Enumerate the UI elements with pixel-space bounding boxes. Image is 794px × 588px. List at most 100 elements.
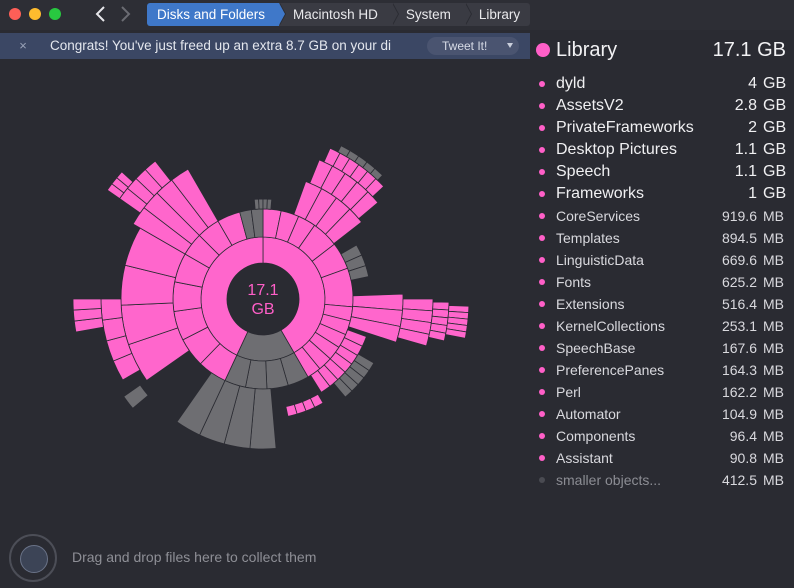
item-color-dot <box>539 169 545 175</box>
list-item[interactable]: PreferencePanes 164.3 MB <box>530 359 794 381</box>
list-item[interactable]: Perl 162.2 MB <box>530 381 794 403</box>
breadcrumb-item-macintosh-hd[interactable]: Macintosh HD <box>279 3 399 26</box>
item-color-dot <box>539 323 545 329</box>
collector-drop-icon[interactable] <box>9 534 57 582</box>
list-item[interactable]: Extensions 516.4 MB <box>530 293 794 315</box>
list-item[interactable]: smaller objects... 412.5 MB <box>530 469 794 491</box>
item-size-value: 104.9 <box>721 406 757 422</box>
item-name: SpeechBase <box>556 340 636 356</box>
item-color-dot <box>539 455 545 461</box>
item-size-unit: GB <box>763 185 787 202</box>
item-size-unit: MB <box>763 274 784 290</box>
item-name: Perl <box>556 384 581 400</box>
list-item[interactable]: Fonts 625.2 MB <box>530 271 794 293</box>
minimize-window-button[interactable] <box>29 8 41 20</box>
item-size-value: 162.2 <box>721 384 757 400</box>
item-name: PrivateFrameworks <box>556 119 694 136</box>
list-item[interactable]: Desktop Pictures 1.1 GB <box>530 139 794 161</box>
breadcrumb-label: Macintosh HD <box>293 7 378 22</box>
item-color-dot <box>539 213 545 219</box>
item-size-unit: MB <box>763 428 784 444</box>
item-name: Fonts <box>556 274 592 290</box>
breadcrumb-label: Disks and Folders <box>157 7 266 22</box>
sunburst-chart[interactable]: 17.1 GB <box>0 59 530 529</box>
item-size-unit: MB <box>763 472 784 488</box>
item-name: Components <box>556 428 636 444</box>
item-size-value: 164.3 <box>721 362 757 378</box>
list-item[interactable]: AssetsV2 2.8 GB <box>530 95 794 117</box>
zoom-window-button[interactable] <box>49 8 61 20</box>
list-item[interactable]: Speech 1.1 GB <box>530 161 794 183</box>
item-name: Assistant <box>556 450 613 466</box>
item-size-value: 2.8 <box>734 97 757 114</box>
item-color-dot <box>539 345 545 351</box>
sunburst-segment[interactable] <box>266 198 273 210</box>
drop-zone-hint: Drag and drop files here to collect them <box>72 549 317 565</box>
item-name: LinguisticData <box>556 252 644 268</box>
center-size-unit: GB <box>251 301 274 318</box>
list-item[interactable]: Templates 894.5 MB <box>530 227 794 249</box>
item-color-dot <box>539 279 545 285</box>
item-color-dot <box>539 367 545 373</box>
list-item[interactable]: KernelCollections 253.1 MB <box>530 315 794 337</box>
item-size-value: 669.6 <box>721 252 757 268</box>
item-size-unit: MB <box>763 340 784 356</box>
item-size-value: 516.4 <box>721 296 757 312</box>
list-item[interactable]: PrivateFrameworks 2 GB <box>530 117 794 139</box>
item-size-value: 1 <box>748 185 757 202</box>
close-banner-icon[interactable]: × <box>16 37 30 55</box>
item-size-value: 90.8 <box>729 450 757 466</box>
item-size-value: 2 <box>748 119 757 136</box>
current-folder-name: Library <box>556 39 618 61</box>
breadcrumb-item-library[interactable]: Library <box>464 3 531 26</box>
sunburst-segment[interactable] <box>123 384 149 409</box>
list-item[interactable]: Components 96.4 MB <box>530 425 794 447</box>
chevron-down-icon <box>507 43 513 48</box>
center-hole[interactable] <box>227 263 299 335</box>
center-size-value: 17.1 <box>247 282 278 299</box>
item-size-value: 253.1 <box>721 318 757 334</box>
folder-list-panel: Library 17.1 GB dyld 4 GB AssetsV2 2.8 GB Priv… <box>530 30 794 500</box>
item-size-unit: MB <box>763 252 784 268</box>
item-name: Automator <box>556 406 621 422</box>
congrats-banner: × Congrats! You've just freed up an extr… <box>0 33 530 59</box>
item-size-value: 625.2 <box>721 274 757 290</box>
item-color-dot <box>539 235 545 241</box>
item-name: AssetsV2 <box>556 97 624 114</box>
list-item[interactable]: Frameworks 1 GB <box>530 183 794 205</box>
sunburst-segment[interactable] <box>100 298 123 321</box>
list-item[interactable]: Automator 104.9 MB <box>530 403 794 425</box>
item-color-dot <box>539 477 545 483</box>
tweet-it-label: Tweet It! <box>442 39 488 53</box>
item-size-value: 412.5 <box>721 472 757 488</box>
sunburst-segment[interactable] <box>258 198 264 210</box>
sunburst-segment[interactable] <box>432 301 450 311</box>
list-item[interactable]: dyld 4 GB <box>530 73 794 95</box>
item-size-unit: GB <box>763 163 787 180</box>
item-color-dot <box>539 191 545 197</box>
item-name: CoreServices <box>556 208 641 224</box>
item-color-dot <box>539 125 545 131</box>
list-item[interactable]: SpeechBase 167.6 MB <box>530 337 794 359</box>
item-size-unit: MB <box>763 230 784 246</box>
item-size-value: 167.6 <box>721 340 757 356</box>
list-item[interactable]: CoreServices 919.6 MB <box>530 205 794 227</box>
item-size-unit: GB <box>763 119 787 136</box>
item-name: dyld <box>556 75 586 92</box>
close-window-button[interactable] <box>9 8 21 20</box>
item-size-value: 96.4 <box>729 428 757 444</box>
breadcrumb-label: System <box>405 7 451 22</box>
forward-arrow-icon[interactable] <box>116 4 134 24</box>
breadcrumb-item-system[interactable]: System <box>391 3 472 26</box>
sunburst-segment[interactable] <box>72 298 102 311</box>
item-size-unit: MB <box>763 450 784 466</box>
tweet-it-button[interactable]: Tweet It! <box>427 37 519 55</box>
list-item[interactable]: LinguisticData 669.6 MB <box>530 249 794 271</box>
item-size-unit: MB <box>763 406 784 422</box>
breadcrumb-item-disks-and-folders[interactable]: Disks and Folders <box>147 3 287 26</box>
item-color-dot <box>539 389 545 395</box>
back-arrow-icon[interactable] <box>92 4 110 24</box>
header-color-dot <box>536 43 550 57</box>
item-size-value: 1.1 <box>734 141 757 158</box>
list-item[interactable]: Assistant 90.8 MB <box>530 447 794 469</box>
